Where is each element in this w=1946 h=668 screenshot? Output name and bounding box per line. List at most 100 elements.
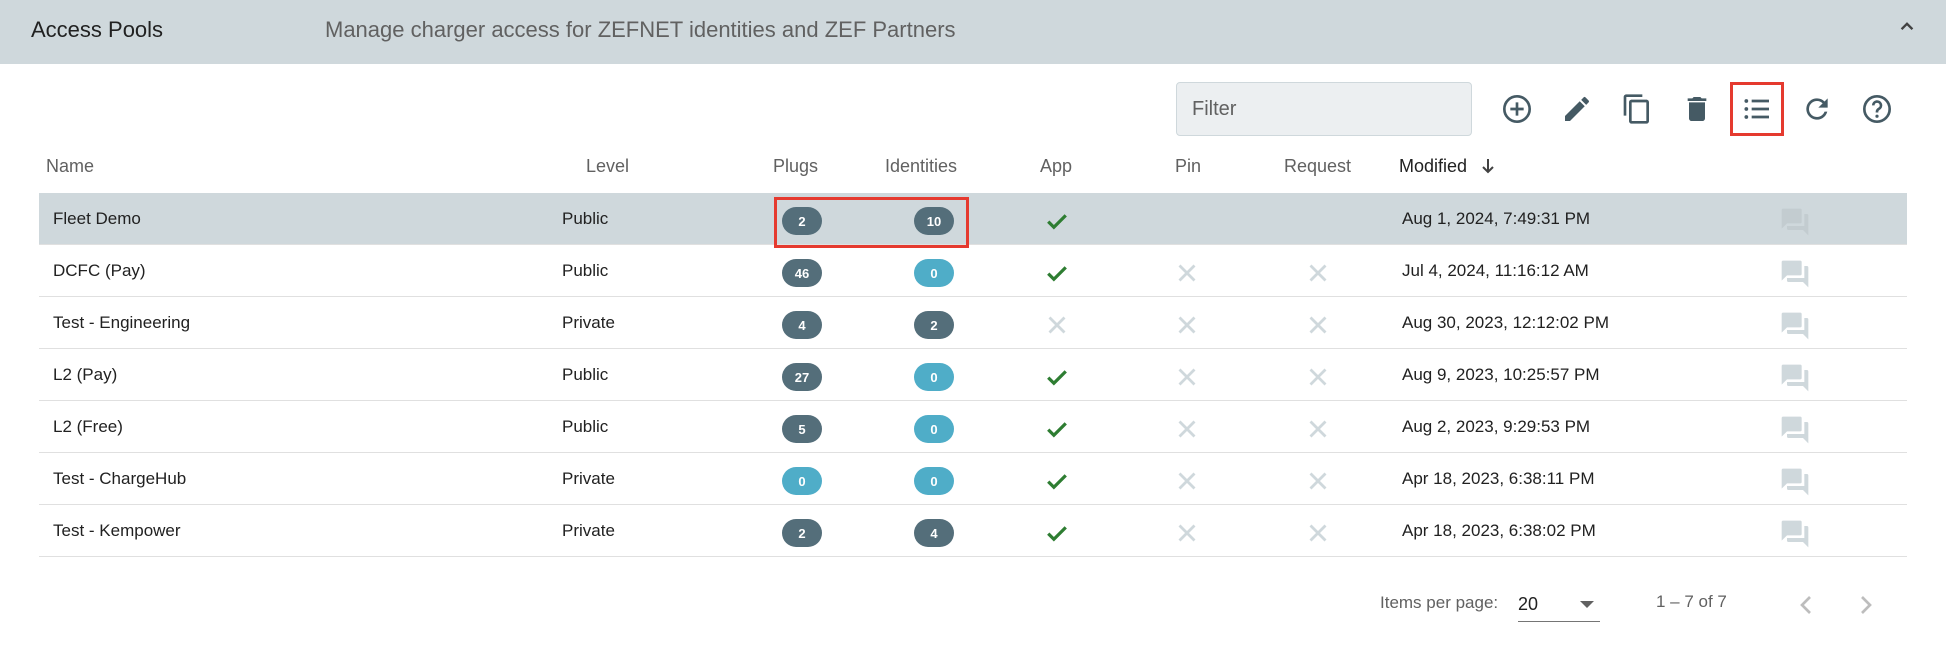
plugs-badge: 0 (782, 467, 822, 495)
identities-badge: 2 (914, 311, 954, 339)
table-row[interactable]: L2 (Free) Public 5 0 Aug 2, 2023, 9:29:53 PM (39, 401, 1907, 453)
column-header-app[interactable]: App (1040, 156, 1072, 177)
table-row[interactable]: L2 (Pay) Public 27 0 Aug 9, 2023, 10:25:57 P… (39, 349, 1907, 401)
identities-badge: 0 (914, 415, 954, 443)
column-header-name[interactable]: Name (46, 156, 94, 177)
cell-level: Public (562, 261, 609, 280)
page-subtitle: Manage charger access for ZEFNET identit… (325, 17, 956, 42)
caret-down-icon (1580, 601, 1594, 608)
chevron-right-icon[interactable] (1850, 589, 1882, 621)
help-icon (1863, 95, 1891, 123)
check-icon (1047, 214, 1067, 230)
comments-icon[interactable] (1779, 414, 1811, 446)
cell-name: Test - ChargeHub (53, 469, 187, 488)
cell-level: Public (562, 417, 609, 436)
table-row[interactable]: Test - ChargeHub Private 0 0 Apr 18, 2023, 6… (39, 453, 1907, 505)
plugs-badge: 27 (782, 363, 822, 391)
items-per-page-select[interactable]: 20 (1518, 589, 1600, 622)
copy-icon (1623, 94, 1649, 124)
add-icon (1503, 95, 1531, 123)
check-icon (1047, 370, 1067, 386)
close-icon (1048, 316, 1066, 334)
page-title: Access Pools (31, 17, 164, 42)
table-row[interactable]: DCFC (Pay) Public 46 0 Jul 4, 2024, 11:16:12… (39, 245, 1907, 297)
cell-level: Public (562, 365, 609, 384)
cell-level: Private (562, 469, 615, 488)
cell-level: Public (562, 209, 609, 228)
check-icon (1047, 422, 1067, 438)
table-row[interactable]: Fleet Demo Public 2 10 Aug 1, 2024, 7:49:31 … (39, 193, 1907, 245)
identities-badge: 0 (914, 467, 954, 495)
cell-name: Test - Kempower (53, 521, 181, 540)
plugs-badge: 46 (782, 259, 822, 287)
check-icon (1047, 266, 1067, 282)
close-icon (1309, 472, 1327, 490)
column-header-level[interactable]: Level (586, 156, 629, 177)
list-button[interactable] (1730, 82, 1784, 136)
close-icon (1178, 420, 1196, 438)
delete-icon (1687, 97, 1707, 121)
filter-input[interactable] (1176, 82, 1472, 136)
column-header-identities[interactable]: Identities (885, 156, 957, 177)
comments-icon[interactable] (1779, 310, 1811, 342)
cell-name: Test - Engineering (53, 313, 191, 332)
check-icon (1047, 526, 1067, 542)
close-icon (1178, 368, 1196, 386)
chevron-left-icon[interactable] (1790, 589, 1822, 621)
delete-button[interactable] (1670, 82, 1724, 136)
help-button[interactable] (1850, 82, 1904, 136)
refresh-icon (1806, 98, 1828, 120)
comments-icon[interactable] (1779, 518, 1811, 550)
cell-level: Private (562, 521, 615, 540)
comments-icon[interactable] (1779, 362, 1811, 394)
edit-button[interactable] (1550, 82, 1604, 136)
close-icon (1178, 316, 1196, 334)
items-per-page-value: 20 (1518, 594, 1539, 614)
cell-modified: Aug 1, 2024, 7:49:31 PM (1402, 209, 1591, 228)
column-header-plugs[interactable]: Plugs (773, 156, 818, 177)
column-header-request[interactable]: Request (1284, 156, 1351, 177)
table-row[interactable]: Test - Kempower Private 2 4 Apr 18, 2023, 6:… (39, 505, 1907, 557)
close-icon (1309, 524, 1327, 542)
column-header-pin[interactable]: Pin (1175, 156, 1201, 177)
edit-icon (1565, 96, 1590, 121)
check-icon (1047, 474, 1067, 490)
cell-modified: Aug 2, 2023, 9:29:53 PM (1402, 417, 1591, 436)
close-icon (1178, 212, 1196, 230)
close-icon (1309, 264, 1327, 282)
refresh-button[interactable] (1790, 82, 1844, 136)
plugs-badge: 5 (782, 415, 822, 443)
cell-name: L2 (Pay) (53, 365, 118, 384)
plugs-badge: 4 (782, 311, 822, 339)
column-header-modified[interactable]: Modified (1399, 156, 1496, 177)
cell-modified: Jul 4, 2024, 11:16:12 AM (1402, 261, 1589, 280)
comments-icon[interactable] (1779, 206, 1811, 238)
close-icon (1178, 264, 1196, 282)
identities-badge: 4 (914, 519, 954, 547)
close-icon (1309, 420, 1327, 438)
badge-highlight-box (774, 197, 969, 248)
close-icon (1309, 316, 1327, 334)
chevron-up-icon[interactable] (1894, 14, 1920, 40)
cell-name: Fleet Demo (53, 209, 141, 228)
cell-level: Private (562, 313, 615, 332)
paginator: Items per page: 20 1 – 7 of 7 (0, 585, 1946, 635)
add-button[interactable] (1490, 82, 1544, 136)
comments-icon[interactable] (1779, 258, 1811, 290)
copy-button[interactable] (1610, 82, 1664, 136)
table-row[interactable]: Test - Engineering Private 4 2 Aug 30, 2023,… (39, 297, 1907, 349)
cell-name: L2 (Free) (53, 417, 123, 436)
identities-badge: 0 (914, 363, 954, 391)
cell-modified: Aug 30, 2023, 12:12:02 PM (1402, 313, 1609, 332)
arrow-down-icon (1482, 159, 1494, 174)
cell-modified: Aug 9, 2023, 10:25:57 PM (1402, 365, 1600, 384)
items-per-page-label: Items per page: (1380, 593, 1499, 612)
comments-icon[interactable] (1779, 466, 1811, 498)
plugs-badge: 2 (782, 519, 822, 547)
cell-name: DCFC (Pay) (53, 261, 146, 280)
page-range: 1 – 7 of 7 (1656, 592, 1727, 611)
page-header: Access Pools Manage charger access for Z… (0, 0, 1946, 64)
close-icon (1178, 524, 1196, 542)
identities-badge: 0 (914, 259, 954, 287)
cell-modified: Apr 18, 2023, 6:38:02 PM (1402, 521, 1596, 540)
